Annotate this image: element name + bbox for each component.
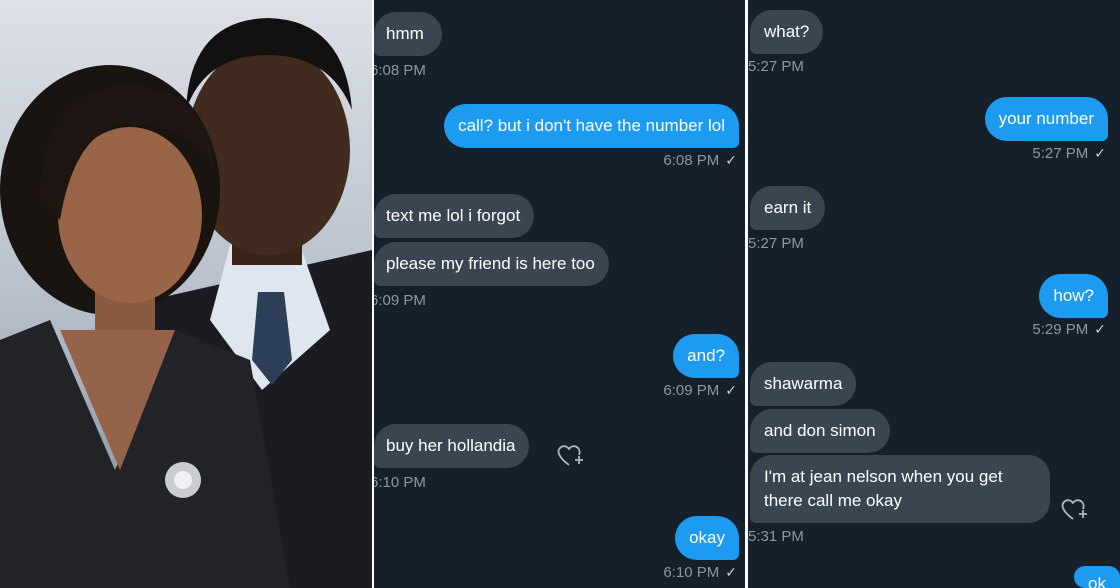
message-timestamp: 6:08 PM: [374, 62, 426, 79]
message-timestamp: 5:31 PM: [748, 528, 804, 545]
message-timestamp: 5:27 PM ✓: [1032, 145, 1106, 162]
message-timestamp: 6:09 PM: [374, 292, 426, 309]
message-bubble-sent[interactable]: call? but i don't have the number lol: [444, 104, 739, 148]
message-bubble-received[interactable]: what?: [750, 10, 824, 54]
check-icon: ✓: [725, 564, 737, 580]
message-text: your number: [998, 109, 1094, 128]
message-bubble-sent[interactable]: okay: [675, 516, 739, 560]
message-bubble-received[interactable]: please my friend is here too: [374, 242, 609, 286]
check-icon: ✓: [1094, 321, 1106, 337]
chat-panel-right[interactable]: what? 5:27 PM your number 5:27 PM ✓ earn …: [748, 0, 1120, 588]
message-bubble-sent[interactable]: your number: [984, 97, 1108, 141]
message-text: how?: [1053, 286, 1094, 305]
message-timestamp: 6:10 PM: [374, 474, 426, 491]
message-bubble-received[interactable]: hmm: [374, 12, 442, 56]
message-timestamp: 6:09 PM ✓: [663, 382, 737, 399]
message-timestamp: 6:08 PM ✓: [663, 152, 737, 169]
check-icon: ✓: [725, 382, 737, 398]
message-bubble-received[interactable]: text me lol i forgot: [374, 194, 535, 238]
couple-photo: [0, 0, 372, 588]
message-text: text me lol i forgot: [386, 206, 521, 225]
couple-photo-illustration: [0, 0, 372, 588]
message-timestamp: 5:29 PM ✓: [1032, 321, 1106, 338]
message-text: and don simon: [764, 421, 876, 440]
heart-plus-icon[interactable]: [554, 440, 584, 470]
chat-panel-left[interactable]: hmm 6:08 PM call? but i don't have the n…: [374, 0, 745, 588]
message-text: shawarma: [764, 374, 843, 393]
message-bubble-sent[interactable]: how?: [1039, 274, 1108, 318]
check-icon: ✓: [1094, 145, 1106, 161]
message-text: buy her hollandia: [386, 436, 516, 455]
message-bubble-received[interactable]: I'm at jean nelson when you get there ca…: [750, 455, 1050, 523]
message-bubble-sent[interactable]: and?: [673, 334, 739, 378]
message-text: and?: [687, 346, 725, 365]
message-timestamp: 6:10 PM ✓: [663, 564, 737, 581]
message-timestamp: 5:27 PM: [748, 235, 804, 252]
message-text: I'm at jean nelson when you get there ca…: [764, 467, 1003, 510]
message-bubble-received[interactable]: and don simon: [750, 409, 890, 453]
message-timestamp: 5:27 PM: [748, 58, 804, 75]
heart-plus-icon[interactable]: [1058, 494, 1088, 524]
message-text: please my friend is here too: [386, 254, 595, 273]
message-bubble-sent[interactable]: ok: [1074, 566, 1120, 588]
message-text: call? but i don't have the number lol: [458, 116, 725, 135]
message-bubble-received[interactable]: shawarma: [750, 362, 857, 406]
message-text: okay: [689, 528, 725, 547]
message-text: hmm: [386, 24, 424, 43]
message-bubble-received[interactable]: buy her hollandia: [374, 424, 530, 468]
message-text: what?: [764, 22, 810, 41]
message-text: earn it: [764, 198, 812, 217]
check-icon: ✓: [725, 152, 737, 168]
message-text: ok: [1088, 574, 1106, 588]
message-bubble-received[interactable]: earn it: [750, 186, 826, 230]
